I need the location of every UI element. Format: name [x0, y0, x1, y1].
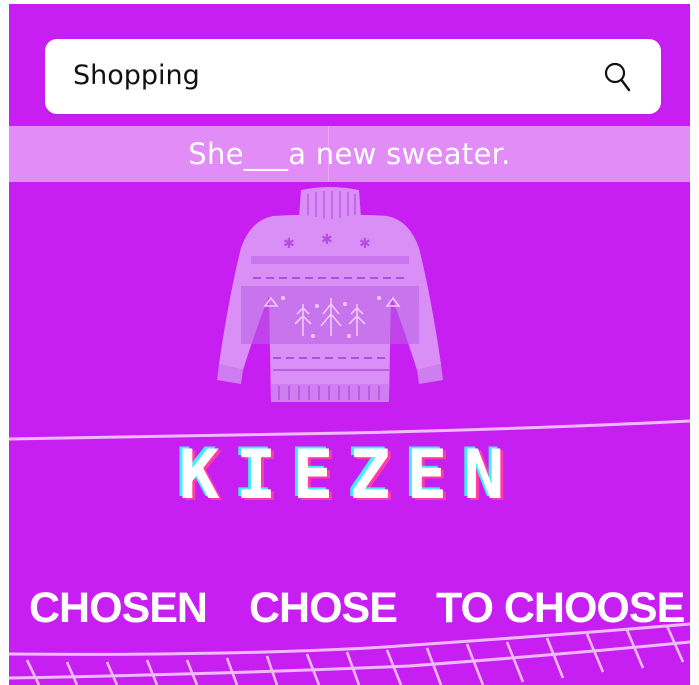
question-sentence: She___a new sweater. — [188, 137, 511, 171]
search-input[interactable]: Shopping — [73, 59, 200, 93]
brand-title: KIEZEN — [178, 436, 521, 515]
option-chose[interactable]: CHOSE — [249, 584, 398, 633]
option-to-choose[interactable]: TO CHOOSE — [436, 584, 685, 633]
option-chosen[interactable]: CHOSEN — [29, 584, 208, 633]
search-icon[interactable] — [603, 60, 635, 94]
svg-text:✱: ✱ — [359, 236, 371, 252]
svg-text:✱: ✱ — [283, 236, 295, 252]
sweater-icon: ✱ ✱ ✱ — [217, 187, 443, 402]
question-band: She___a new sweater. — [9, 126, 690, 182]
quiz-card: Shopping She___a new sweater. ✱ ✱ ✱ KIEZ… — [9, 4, 690, 685]
search-bar[interactable]: Shopping — [45, 39, 661, 114]
answer-options: CHOSEN CHOSE TO CHOOSE — [9, 584, 690, 644]
svg-text:✱: ✱ — [321, 232, 333, 248]
